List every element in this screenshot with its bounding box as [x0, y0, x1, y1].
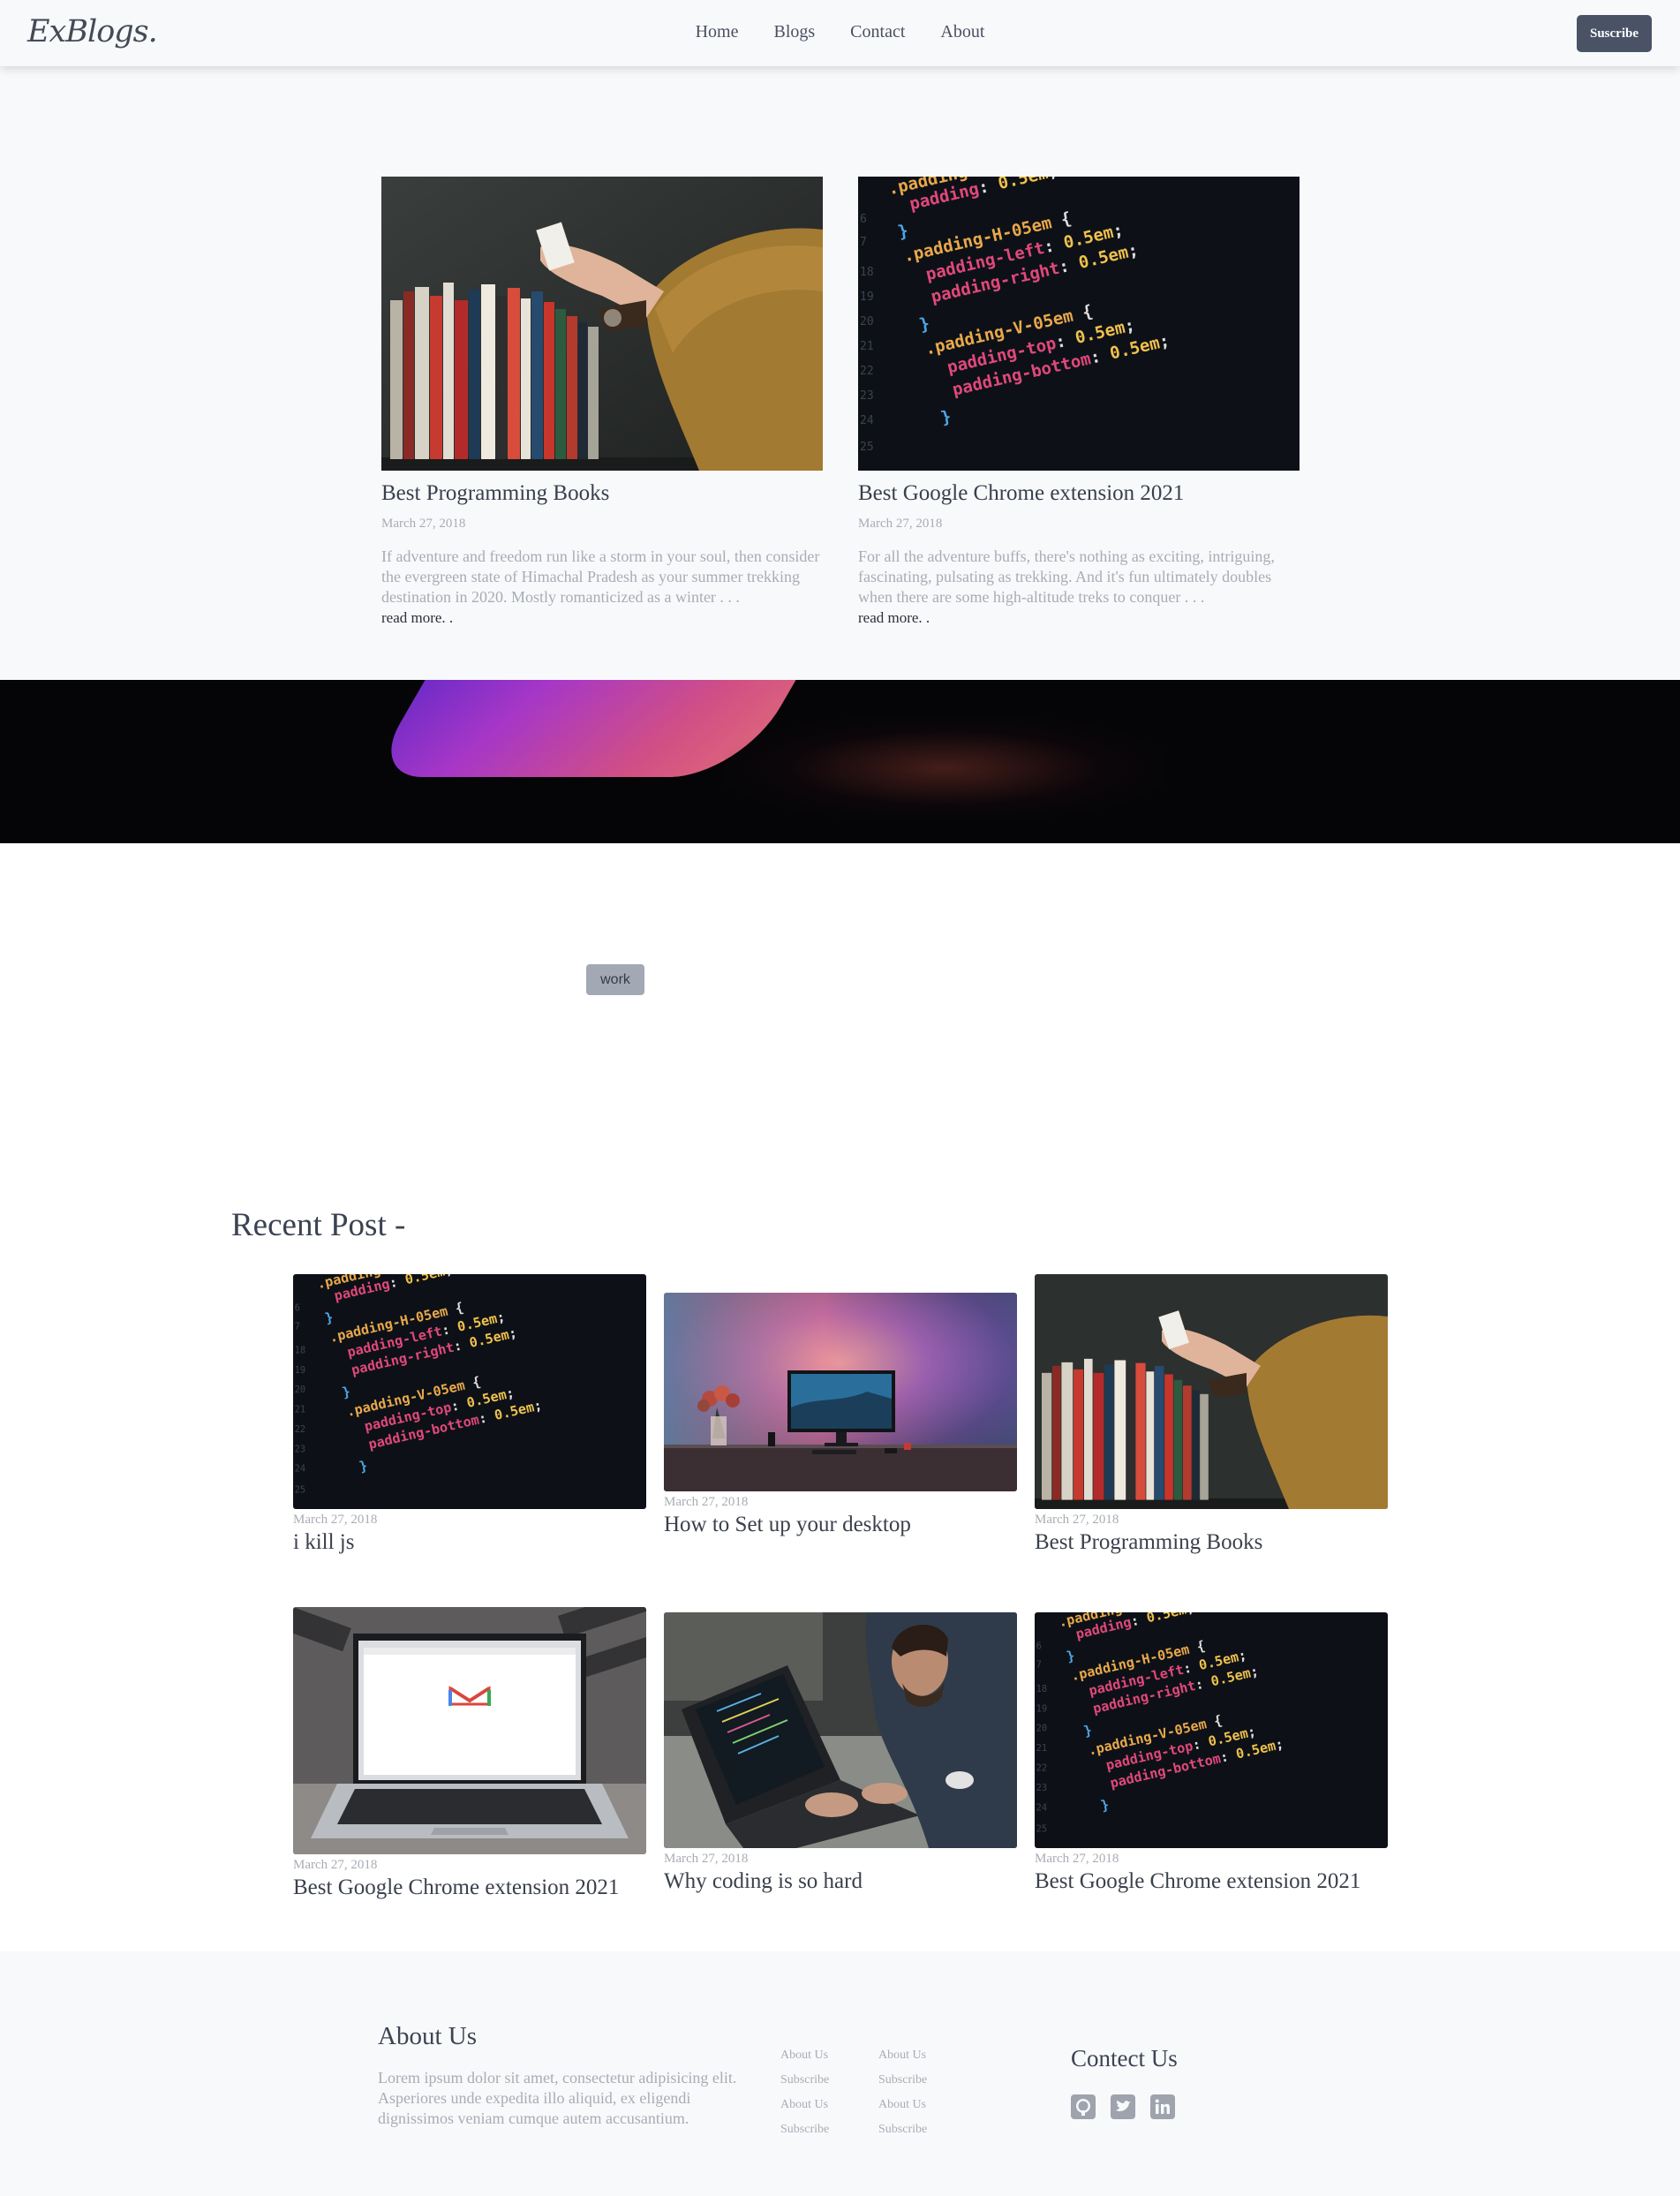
svg-text:23: 23 — [860, 389, 874, 403]
bookshelf-photo[interactable] — [1035, 1274, 1388, 1509]
github-icon[interactable] — [1071, 2094, 1096, 2119]
recent-post-card[interactable]: March 27, 2018 How to Set up your deskto… — [664, 1293, 1017, 1537]
footer-link-about[interactable]: About Us — [878, 2049, 927, 2073]
nav-contact[interactable]: Contact — [850, 22, 905, 42]
post-title[interactable]: Best Programming Books — [1035, 1530, 1388, 1555]
footer: About Us Lorem ipsum dolor sit amet, con… — [0, 1951, 1680, 2196]
svg-text:22: 22 — [860, 365, 874, 378]
gmail-laptop-photo[interactable] — [293, 1607, 646, 1854]
post-date: March 27, 2018 — [664, 1495, 749, 1509]
featured-section: Best Programming Books March 27, 2018 If… — [0, 66, 1680, 680]
post-date: March 27, 2018 — [293, 1858, 378, 1872]
social-links — [1071, 2094, 1187, 2124]
footer-contact-heading: Contect Us — [1071, 2045, 1178, 2071]
svg-text:23: 23 — [1036, 1783, 1048, 1793]
nav-home[interactable]: Home — [696, 22, 739, 42]
footer-about-text: Lorem ipsum dolor sit amet, consectetur … — [378, 2069, 737, 2127]
post-title[interactable]: How to Set up your desktop — [664, 1513, 1017, 1537]
nav-about[interactable]: About — [940, 22, 984, 42]
svg-text:21: 21 — [1036, 1743, 1048, 1754]
post-title[interactable]: Best Google Chrome extension 2021 — [858, 481, 1300, 506]
svg-text:6: 6 — [1036, 1641, 1042, 1652]
recent-post-card[interactable]: March 27, 2018 Best Google Chrome extens… — [293, 1607, 646, 1900]
post-title[interactable]: Best Google Chrome extension 2021 — [1035, 1869, 1388, 1894]
svg-text:18: 18 — [295, 1345, 306, 1355]
css-code-photo[interactable]: 6 7 18 19 20 21 22 23 24 25 .padding padding: 0… — [858, 177, 1300, 471]
svg-text:20: 20 — [295, 1385, 306, 1395]
subscribe-button[interactable]: Suscribe — [1577, 15, 1652, 52]
footer-link-about[interactable]: About Us — [878, 2098, 927, 2123]
read-more-link[interactable]: read more. . — [858, 609, 1300, 627]
svg-text:25: 25 — [295, 1485, 306, 1496]
svg-text:22: 22 — [295, 1424, 306, 1435]
post-title[interactable]: Best Google Chrome extension 2021 — [293, 1875, 646, 1900]
svg-text:21: 21 — [860, 340, 874, 353]
post-date: March 27, 2018 — [858, 517, 943, 531]
post-date: March 27, 2018 — [381, 517, 466, 531]
svg-text:18: 18 — [860, 266, 874, 279]
svg-text:23: 23 — [295, 1444, 306, 1454]
main-nav: Home Blogs Contact About — [0, 22, 1680, 42]
svg-text:20: 20 — [1036, 1724, 1048, 1734]
svg-text:19: 19 — [295, 1365, 306, 1376]
banner-glow — [724, 715, 1165, 821]
svg-text:6: 6 — [295, 1303, 300, 1314]
css-code-photo[interactable]: 6 7 18 19 20 21 22 23 24 25 .padding padding: 0… — [1035, 1612, 1388, 1848]
post-title[interactable]: Best Programming Books — [381, 481, 823, 506]
svg-text:24: 24 — [295, 1464, 306, 1475]
hero-banner-image — [0, 680, 1680, 843]
post-date: March 27, 2018 — [1035, 1852, 1119, 1866]
footer-link-subscribe[interactable]: Subscribe — [878, 2073, 927, 2098]
svg-text:24: 24 — [860, 414, 874, 427]
recent-posts-heading: Recent Post - — [231, 1207, 406, 1243]
tag-badge[interactable]: work — [586, 964, 644, 995]
svg-text:7: 7 — [295, 1321, 300, 1332]
svg-text:19: 19 — [860, 291, 874, 304]
featured-card[interactable]: 6 7 18 19 20 21 22 23 24 25 .padding padding: 0… — [858, 177, 1300, 627]
svg-text:6: 6 — [860, 213, 867, 226]
post-title[interactable]: i kill js — [293, 1530, 646, 1555]
post-date: March 27, 2018 — [293, 1513, 378, 1527]
svg-text:19: 19 — [1036, 1703, 1048, 1714]
svg-text:7: 7 — [860, 236, 867, 249]
post-date: March 27, 2018 — [664, 1852, 749, 1866]
footer-link-about[interactable]: About Us — [780, 2049, 829, 2073]
nav-blogs[interactable]: Blogs — [773, 22, 815, 42]
footer-about-heading: About Us — [378, 2022, 477, 2050]
post-date: March 27, 2018 — [1035, 1513, 1119, 1527]
post-excerpt: If adventure and freedom run like a stor… — [381, 547, 820, 606]
footer-links-col-1: About Us Subscribe About Us Subscribe — [780, 2049, 829, 2147]
svg-text:7: 7 — [1036, 1660, 1042, 1671]
css-code-photo[interactable]: 6 7 18 19 20 21 22 23 24 25 .padding padding: 0… — [293, 1274, 646, 1509]
recent-post-card[interactable]: March 27, 2018 Best Programming Books — [1035, 1274, 1388, 1555]
footer-link-subscribe[interactable]: Subscribe — [780, 2073, 829, 2098]
recent-post-card[interactable]: March 27, 2018 Why coding is so hard — [664, 1612, 1017, 1894]
svg-text:20: 20 — [860, 315, 874, 328]
featured-card[interactable]: Best Programming Books March 27, 2018 If… — [381, 177, 823, 627]
svg-text:21: 21 — [295, 1405, 306, 1415]
top-navbar: ExBlogs. Home Blogs Contact About Suscri… — [0, 0, 1680, 66]
read-more-link[interactable]: read more. . — [381, 609, 823, 627]
svg-text:18: 18 — [1036, 1684, 1048, 1694]
linkedin-icon[interactable] — [1150, 2094, 1175, 2119]
svg-text:25: 25 — [1036, 1824, 1048, 1835]
post-title[interactable]: Why coding is so hard — [664, 1869, 1017, 1894]
twitter-icon[interactable] — [1111, 2094, 1135, 2119]
svg-text:22: 22 — [1036, 1763, 1048, 1774]
recent-post-card[interactable]: 6 7 18 19 20 21 22 23 24 25 .padding padding: 0… — [1035, 1612, 1388, 1894]
footer-links-col-2: About Us Subscribe About Us Subscribe — [878, 2049, 927, 2147]
svg-text:25: 25 — [860, 441, 874, 454]
footer-link-subscribe[interactable]: Subscribe — [780, 2123, 829, 2147]
footer-link-about[interactable]: About Us — [780, 2098, 829, 2123]
svg-text:24: 24 — [1036, 1802, 1048, 1813]
man-coding-photo[interactable] — [664, 1612, 1017, 1848]
desk-setup-photo[interactable] — [664, 1293, 1017, 1491]
recent-post-card[interactable]: 6 7 18 19 20 21 22 23 24 25 .padding padding: 0… — [293, 1274, 646, 1555]
footer-link-subscribe[interactable]: Subscribe — [878, 2123, 927, 2147]
bookshelf-photo[interactable] — [381, 177, 823, 471]
post-excerpt: For all the adventure buffs, there's not… — [858, 547, 1275, 606]
